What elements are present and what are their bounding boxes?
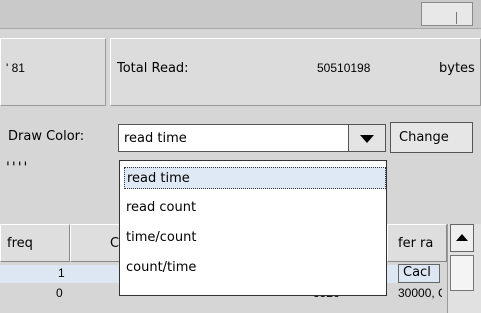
option-read-time[interactable]: read time [124,167,386,189]
draw-color-selected: read time [124,131,187,146]
table-cell-cache-label: Cacl [403,265,431,280]
dots-marker: '''' [6,160,30,176]
scrollbar-thumb[interactable] [450,255,474,291]
option-read-count[interactable]: read count [126,197,382,219]
chevron-up-icon [456,234,468,241]
top-strip [0,0,481,29]
total-read-value: 50510198 [317,61,371,75]
stats-left-panel: ' 81 [0,38,106,106]
total-read-unit: bytes [439,61,475,76]
button-tick [456,12,457,24]
dropdown-arrow-button[interactable] [348,124,386,152]
table-cell-cache[interactable]: Cacl [398,264,440,283]
column-header-transfer-rate-label: fer ra [398,236,434,251]
scroll-up-button[interactable] [450,224,474,252]
total-read-label: Total Read: [117,61,189,76]
column-header-transfer-rate[interactable]: fer ra [387,224,447,262]
left-value: ' 81 [6,61,25,75]
table-cell: 0 [56,286,63,300]
column-header-c-label: C [110,236,120,251]
change-button-label: Change [399,130,449,145]
column-header-c[interactable]: C [70,224,120,262]
option-time-count[interactable]: time/count [126,227,382,249]
stats-right-panel: Total Read: 50510198 bytes [110,38,481,106]
column-header-freq[interactable]: freq [0,224,70,262]
column-header-freq-label: freq [7,236,33,251]
option-count-time[interactable]: count/time [126,257,382,279]
table-cell: 30000, C [398,286,442,300]
draw-color-label: Draw Color: [8,129,85,144]
change-button[interactable]: Change [390,122,473,153]
draw-color-dropdown-list[interactable]: read time read count time/count count/ti… [119,160,387,296]
table-cell: 1 [58,266,65,280]
chevron-down-icon [360,135,374,143]
draw-color-select[interactable]: read time [118,124,386,152]
top-button[interactable] [421,2,473,26]
